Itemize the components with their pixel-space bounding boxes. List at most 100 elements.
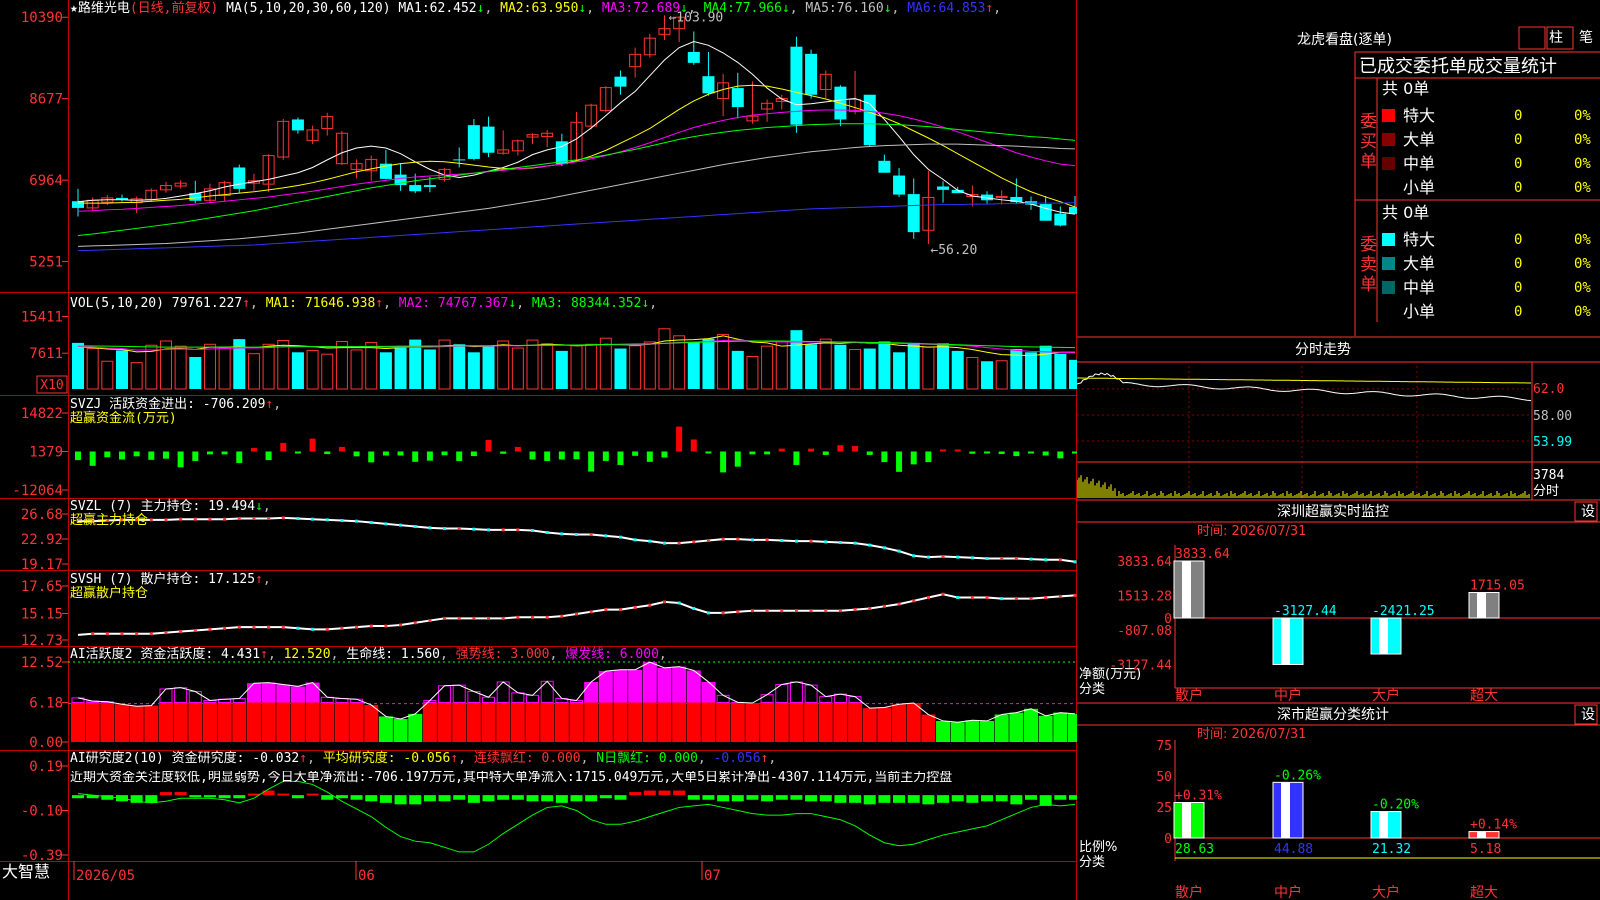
fund-flow-bar [734,451,741,467]
ai-active-bar-red [349,702,364,742]
ai-research-bar [673,790,686,796]
sell-swatch [1382,281,1395,294]
vol-bar-up [658,328,671,390]
ma-sep: , [586,1,602,16]
ai-active-bar-red [862,708,877,742]
ai-active-y-tick: 12.52 [21,655,63,671]
buy-swatch [1382,181,1395,194]
chart-mode[interactable]: (日线,前复权) [130,1,218,16]
buy-swatch [1382,157,1395,170]
ai-active-bar-red [672,702,687,742]
ai-active-bar-red [466,702,481,742]
svzl-subtitle: 超赢主力持仓 [70,513,149,528]
fund-flow-bar [162,451,169,459]
sell-name: 小单 [1403,302,1436,321]
ai-active-bar-red [642,702,657,742]
fund-flow-bar [500,451,507,454]
main-chart-header: ★路维光电(日线,前复权) MA(5,10,20,30,60,120) MA1:… [70,2,1001,16]
sell-row: 大单 0 0% [1379,252,1600,276]
brand-label: 大智慧 [2,862,51,881]
intraday-vol-caption: 分时 [1533,484,1560,499]
ai-research-y-tick: -0.10 [21,804,63,820]
svsh-dot [1029,597,1033,601]
fund-flow-bar [984,451,991,454]
svzl-dot [985,556,989,560]
main-chart-area[interactable]: 10390 8677 6964 5251 ←103.90 ←56.20 15411 7611 X… [0,0,1077,900]
ai-active-bar-red [657,702,672,742]
svsh-dot [1044,596,1048,600]
svzl-value: 19.494 [208,499,256,514]
buy-row: 中单 0 0% [1379,152,1600,176]
ai-research-bar [541,795,554,802]
ai-active-item1-arrow: ↑ [260,647,268,662]
vol-bar-down [291,352,304,389]
ai-research-bar [145,795,158,803]
intraday-y-label-2: 58.00 [1533,409,1573,424]
ai-active-bar-magenta [686,670,701,703]
fund-flow-bar [1013,451,1020,457]
ai-active-bar-outline [804,684,818,704]
sell-pct: 0% [1574,232,1591,248]
stats-settings-button[interactable]: 设 [1581,708,1595,722]
svsh-dot [677,601,681,605]
stock-name: 路维光电 [77,1,130,16]
ai-research-bar [614,795,627,800]
vol-bar-up [673,335,686,390]
svzl-dot [369,521,373,525]
ai-research-bar [1010,795,1023,805]
vol-bar-down [863,348,876,389]
candle-body-down [409,185,422,192]
ai-active-bar-red [877,707,892,742]
ma-sep: , [891,1,908,16]
lhb-tabs-text[interactable]: 已成交委托单成交量统计 [1359,57,1600,77]
fund-flow-bar [265,451,272,461]
monitor-settings-button[interactable]: 设 [1581,505,1595,519]
ai-research-title: AI研究度2(10) [70,751,164,766]
vol-bar-down [1069,359,1077,389]
ai-research-item3-value: 0.000 [533,751,581,766]
svsh-dot [1000,597,1004,601]
candle-body-down [482,126,495,153]
svzl-dot [311,517,315,521]
vol-bar-down [937,343,950,389]
fund-flow-bar [133,451,140,457]
vol-bar-up [218,347,231,390]
svzl-dot [457,527,461,531]
svzl-dot [355,519,359,523]
lhb-title: 龙虎看盘(逐单) [1297,32,1392,48]
lhb-tick-mode-button[interactable]: 笔 [1579,31,1593,45]
ai-research-bar [819,795,832,802]
svsh-dot [252,625,256,629]
fund-flow-bar [573,451,580,460]
sell-name: 特大 [1403,230,1436,249]
ai-active-bar-outline [819,696,833,704]
ai-active-bar-outline [452,684,466,704]
svsh-dot [560,614,564,618]
fund-flow-bar [250,448,257,452]
ai-research-bar [365,795,378,802]
ai-research-items: 资金研究度: -0.032↑, 平均研究度: -0.056↑, 连续飘红: 0.… [172,751,777,766]
ai-active-bar-green [936,720,951,742]
ai-active-bar-red [525,702,540,742]
vol-bar-down [1054,353,1067,389]
ai-research-bar [218,795,231,799]
ai-active-bar-green [1068,713,1077,742]
stats-category-label: 超大 [1470,885,1498,900]
svsh-dot [809,609,813,613]
vol-bar-up [350,349,363,390]
fund-flow-bar [544,451,551,461]
lhb-bar-mode-button[interactable]: 柱 [1549,31,1563,45]
ai-research-bar [203,795,216,798]
ai-active-bar-red [129,706,144,742]
favorite-star-icon[interactable]: ★ [70,1,78,16]
ai-research-bar [1054,795,1067,800]
fund-flow-bar [720,451,727,473]
vol-ma-values: MA1: 71646.938↑, MA2: 74767.367↓, MA3: 8… [266,296,657,311]
fund-flow-bar [514,446,521,452]
candle-body-down [687,51,700,63]
ai-research-header: AI研究度2(10) 资金研究度: -0.032↑, 平均研究度: -0.056… [70,752,776,766]
monitor-bar-highlight [1182,561,1191,618]
ai-active-bar-red [540,702,555,742]
ai-active-bar-red [906,703,921,742]
vol-bar-down [115,350,128,389]
